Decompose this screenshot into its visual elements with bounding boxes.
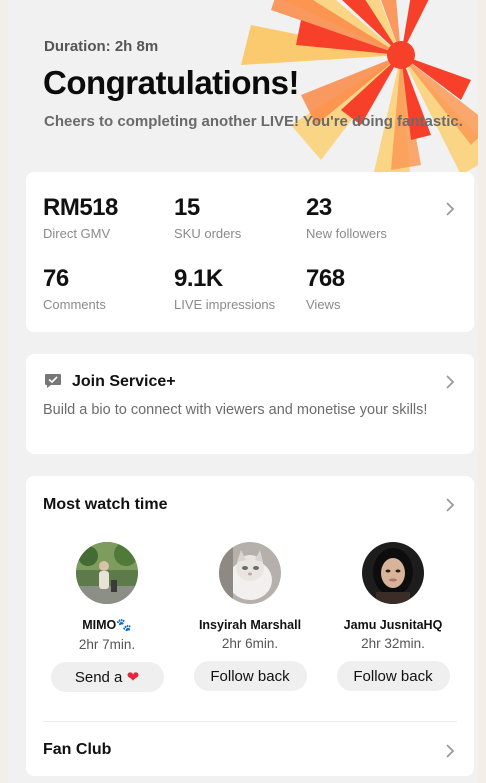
stat-new-followers: 23 New followers (306, 194, 387, 241)
stat-label: Comments (43, 297, 106, 312)
stat-value: 15 (174, 194, 200, 221)
viewer-name: Jamu JusnitaHQ (343, 618, 443, 632)
live-stats-card[interactable]: RM518 Direct GMV 15 SKU orders 23 New fo… (26, 172, 474, 332)
page-title: Congratulations! (43, 64, 299, 101)
stat-label: Views (306, 297, 341, 312)
most-watch-time-title: Most watch time (43, 496, 168, 513)
avatar[interactable] (219, 542, 281, 604)
live-summary-panel: Duration: 2h 8m Congratulations! Cheers … (8, 0, 478, 783)
chat-bubble-icon (45, 374, 61, 388)
join-service-title: Join Service+ (72, 373, 176, 390)
viewer-name: MIMO🐾 (82, 618, 132, 632)
join-service-card[interactable]: Join Service+ Build a bio to connect wit… (26, 354, 474, 454)
most-watch-time-card: Most watch time MIMO🐾 2hr 7min. Send a ❤… (26, 476, 474, 776)
join-service-description: Build a bio to connect with viewers and … (43, 402, 428, 418)
stat-label: New followers (306, 226, 387, 241)
stat-views: 768 Views (306, 265, 345, 312)
stat-direct-gmv: RM518 Direct GMV (43, 194, 118, 241)
stat-sku-orders: 15 SKU orders (174, 194, 241, 241)
chevron-right-icon[interactable] (444, 496, 456, 514)
stat-label: LIVE impressions (174, 297, 276, 312)
viewer-name: Insyirah Marshall (198, 618, 302, 632)
divider (43, 721, 457, 722)
stat-label: SKU orders (174, 226, 242, 241)
stat-value: 76 (43, 265, 69, 292)
follow-back-button[interactable]: Follow back (193, 661, 307, 691)
screen: Duration: 2h 8m Congratulations! Cheers … (0, 0, 486, 783)
avatar[interactable] (362, 542, 424, 604)
follow-back-button[interactable]: Follow back (336, 661, 450, 691)
page-subtitle: Cheers to completing another LIVE! You'r… (44, 113, 463, 130)
viewer-item: MIMO🐾 2hr 7min. Send a ❤ (37, 542, 177, 692)
stat-value: RM518 (43, 194, 118, 221)
stat-live-impressions: 9.1K LIVE impressions (174, 265, 275, 312)
stat-value: 9.1K (174, 265, 223, 292)
viewer-watch-time: 2hr 7min. (78, 637, 136, 652)
live-duration: Duration: 2h 8m (44, 38, 159, 55)
viewer-item: Insyirah Marshall 2hr 6min. Follow back (180, 542, 320, 691)
heart-icon: ❤ (126, 669, 140, 686)
avatar[interactable] (76, 542, 138, 604)
stat-value: 23 (306, 194, 332, 221)
viewer-watch-time: 2hr 6min. (221, 636, 279, 651)
chevron-right-icon[interactable] (444, 742, 456, 760)
chevron-right-icon[interactable] (444, 373, 456, 391)
chevron-right-icon[interactable] (444, 200, 456, 218)
send-gift-label: Send a (74, 669, 123, 686)
send-gift-button[interactable]: Send a ❤ (50, 662, 164, 692)
viewer-watch-time: 2hr 32min. (361, 636, 425, 651)
stat-label: Direct GMV (43, 226, 111, 241)
stat-value: 768 (306, 265, 345, 292)
fan-club-title: Fan Club (43, 741, 112, 758)
stat-comments: 76 Comments (43, 265, 106, 312)
viewer-item: Jamu JusnitaHQ 2hr 32min. Follow back (323, 542, 463, 691)
